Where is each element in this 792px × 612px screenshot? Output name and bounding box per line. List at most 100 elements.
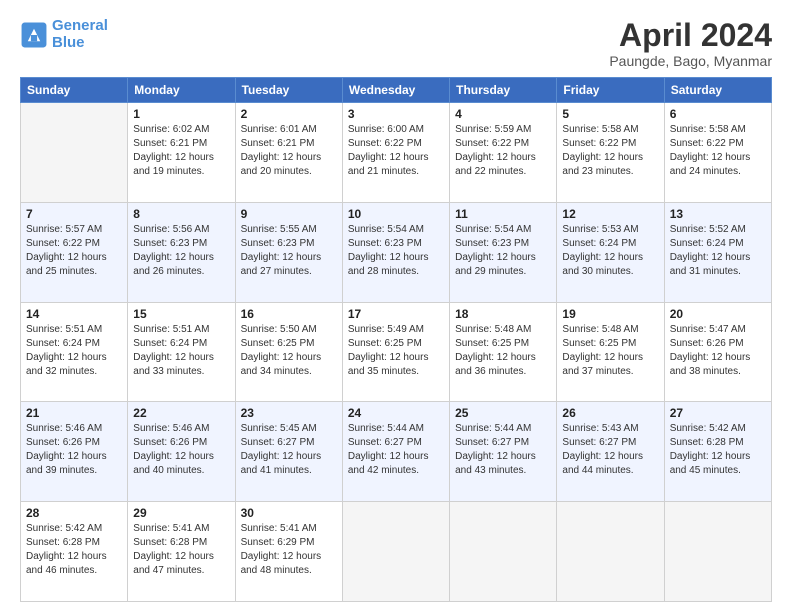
logo-line2: Blue: [52, 34, 85, 51]
logo-text: General Blue: [52, 18, 108, 51]
day-info: Sunrise: 5:56 AM Sunset: 6:23 PM Dayligh…: [133, 223, 229, 279]
col-thursday: Thursday: [450, 78, 557, 103]
day-number: 18: [455, 307, 551, 321]
table-row: 4Sunrise: 5:59 AM Sunset: 6:22 PM Daylig…: [450, 103, 557, 203]
day-number: 10: [348, 207, 444, 221]
table-row: 9Sunrise: 5:55 AM Sunset: 6:23 PM Daylig…: [235, 202, 342, 302]
day-info: Sunrise: 5:58 AM Sunset: 6:22 PM Dayligh…: [670, 123, 766, 179]
table-row: 3Sunrise: 6:00 AM Sunset: 6:22 PM Daylig…: [342, 103, 449, 203]
day-info: Sunrise: 5:46 AM Sunset: 6:26 PM Dayligh…: [133, 422, 229, 478]
table-row: 11 Sunrise: 5:54 AM Sunset: 6:23 PM Dayli…: [450, 202, 557, 302]
col-monday: Monday: [128, 78, 235, 103]
logo-line1: General: [52, 17, 108, 34]
table-row: 15 Sunrise: 5:51 AM Sunset: 6:24 PM Dayli…: [128, 302, 235, 402]
col-wednesday: Wednesday: [342, 78, 449, 103]
calendar-week-row: 21 Sunrise: 5:46 AM Sunset: 6:26 PM Dayli…: [21, 402, 772, 502]
title-block: April 2024 Paungde, Bago, Myanmar: [609, 18, 772, 69]
table-row: 23 Sunrise: 5:45 AM Sunset: 6:27 PM Dayli…: [235, 402, 342, 502]
day-info: Sunrise: 5:57 AM Sunset: 6:22 PM Dayligh…: [26, 223, 122, 279]
day-number: 25: [455, 406, 551, 420]
table-row: 21 Sunrise: 5:46 AM Sunset: 6:26 PM Dayli…: [21, 402, 128, 502]
col-saturday: Saturday: [664, 78, 771, 103]
day-number: 21: [26, 406, 122, 420]
calendar-week-row: 28 Sunrise: 5:42 AM Sunset: 6:28 PM Dayli…: [21, 502, 772, 602]
day-info: Sunrise: 5:51 AM Sunset: 6:24 PM Dayligh…: [133, 323, 229, 379]
day-number: 5: [562, 107, 658, 121]
table-row: [557, 502, 664, 602]
calendar-week-row: 7 Sunrise: 5:57 AM Sunset: 6:22 PM Daylig…: [21, 202, 772, 302]
table-row: 7 Sunrise: 5:57 AM Sunset: 6:22 PM Daylig…: [21, 202, 128, 302]
table-row: 8 Sunrise: 5:56 AM Sunset: 6:23 PM Daylig…: [128, 202, 235, 302]
day-info: Sunrise: 5:41 AM Sunset: 6:29 PM Dayligh…: [241, 522, 337, 578]
day-number: 11: [455, 207, 551, 221]
day-info: Sunrise: 5:53 AM Sunset: 6:24 PM Dayligh…: [562, 223, 658, 279]
day-number: 4: [455, 107, 551, 121]
day-number: 27: [670, 406, 766, 420]
table-row: 10 Sunrise: 5:54 AM Sunset: 6:23 PM Dayli…: [342, 202, 449, 302]
day-info: Sunrise: 5:55 AM Sunset: 6:23 PM Dayligh…: [241, 223, 337, 279]
table-row: 22 Sunrise: 5:46 AM Sunset: 6:26 PM Dayli…: [128, 402, 235, 502]
table-row: [664, 502, 771, 602]
day-number: 29: [133, 506, 229, 520]
subtitle: Paungde, Bago, Myanmar: [609, 53, 772, 69]
table-row: 16 Sunrise: 5:50 AM Sunset: 6:25 PM Dayli…: [235, 302, 342, 402]
col-friday: Friday: [557, 78, 664, 103]
calendar-week-row: 14 Sunrise: 5:51 AM Sunset: 6:24 PM Dayli…: [21, 302, 772, 402]
table-row: [21, 103, 128, 203]
day-number: 3: [348, 107, 444, 121]
page: General Blue April 2024 Paungde, Bago, M…: [0, 0, 792, 612]
calendar-header-row: Sunday Monday Tuesday Wednesday Thursday…: [21, 78, 772, 103]
day-info: Sunrise: 5:44 AM Sunset: 6:27 PM Dayligh…: [348, 422, 444, 478]
calendar-week-row: 1Sunrise: 6:02 AM Sunset: 6:21 PM Daylig…: [21, 103, 772, 203]
table-row: 29 Sunrise: 5:41 AM Sunset: 6:28 PM Dayli…: [128, 502, 235, 602]
day-info: Sunrise: 5:54 AM Sunset: 6:23 PM Dayligh…: [348, 223, 444, 279]
table-row: 27 Sunrise: 5:42 AM Sunset: 6:28 PM Dayli…: [664, 402, 771, 502]
table-row: [342, 502, 449, 602]
day-number: 22: [133, 406, 229, 420]
day-number: 14: [26, 307, 122, 321]
day-number: 15: [133, 307, 229, 321]
day-info: Sunrise: 5:42 AM Sunset: 6:28 PM Dayligh…: [670, 422, 766, 478]
header: General Blue April 2024 Paungde, Bago, M…: [20, 18, 772, 69]
day-number: 1: [133, 107, 229, 121]
day-number: 16: [241, 307, 337, 321]
table-row: 24 Sunrise: 5:44 AM Sunset: 6:27 PM Dayli…: [342, 402, 449, 502]
logo-icon: [20, 21, 48, 49]
table-row: 30 Sunrise: 5:41 AM Sunset: 6:29 PM Dayli…: [235, 502, 342, 602]
col-tuesday: Tuesday: [235, 78, 342, 103]
table-row: 26Sunrise: 5:43 AM Sunset: 6:27 PM Dayli…: [557, 402, 664, 502]
day-info: Sunrise: 5:58 AM Sunset: 6:22 PM Dayligh…: [562, 123, 658, 179]
day-info: Sunrise: 5:42 AM Sunset: 6:28 PM Dayligh…: [26, 522, 122, 578]
day-number: 13: [670, 207, 766, 221]
day-number: 8: [133, 207, 229, 221]
table-row: [450, 502, 557, 602]
day-info: Sunrise: 5:47 AM Sunset: 6:26 PM Dayligh…: [670, 323, 766, 379]
table-row: 13 Sunrise: 5:52 AM Sunset: 6:24 PM Dayli…: [664, 202, 771, 302]
table-row: 28 Sunrise: 5:42 AM Sunset: 6:28 PM Dayli…: [21, 502, 128, 602]
day-number: 7: [26, 207, 122, 221]
day-info: Sunrise: 5:48 AM Sunset: 6:25 PM Dayligh…: [455, 323, 551, 379]
table-row: 1Sunrise: 6:02 AM Sunset: 6:21 PM Daylig…: [128, 103, 235, 203]
table-row: 2Sunrise: 6:01 AM Sunset: 6:21 PM Daylig…: [235, 103, 342, 203]
day-info: Sunrise: 5:44 AM Sunset: 6:27 PM Dayligh…: [455, 422, 551, 478]
table-row: 18 Sunrise: 5:48 AM Sunset: 6:25 PM Dayli…: [450, 302, 557, 402]
col-sunday: Sunday: [21, 78, 128, 103]
day-info: Sunrise: 5:50 AM Sunset: 6:25 PM Dayligh…: [241, 323, 337, 379]
day-number: 17: [348, 307, 444, 321]
day-number: 20: [670, 307, 766, 321]
day-info: Sunrise: 5:45 AM Sunset: 6:27 PM Dayligh…: [241, 422, 337, 478]
day-number: 19: [562, 307, 658, 321]
main-title: April 2024: [609, 18, 772, 53]
day-info: Sunrise: 5:46 AM Sunset: 6:26 PM Dayligh…: [26, 422, 122, 478]
day-number: 30: [241, 506, 337, 520]
day-number: 24: [348, 406, 444, 420]
day-number: 2: [241, 107, 337, 121]
table-row: 20 Sunrise: 5:47 AM Sunset: 6:26 PM Dayli…: [664, 302, 771, 402]
day-info: Sunrise: 5:54 AM Sunset: 6:23 PM Dayligh…: [455, 223, 551, 279]
day-info: Sunrise: 5:41 AM Sunset: 6:28 PM Dayligh…: [133, 522, 229, 578]
day-number: 28: [26, 506, 122, 520]
day-info: Sunrise: 5:48 AM Sunset: 6:25 PM Dayligh…: [562, 323, 658, 379]
logo: General Blue: [20, 18, 108, 51]
day-info: Sunrise: 5:52 AM Sunset: 6:24 PM Dayligh…: [670, 223, 766, 279]
day-number: 23: [241, 406, 337, 420]
